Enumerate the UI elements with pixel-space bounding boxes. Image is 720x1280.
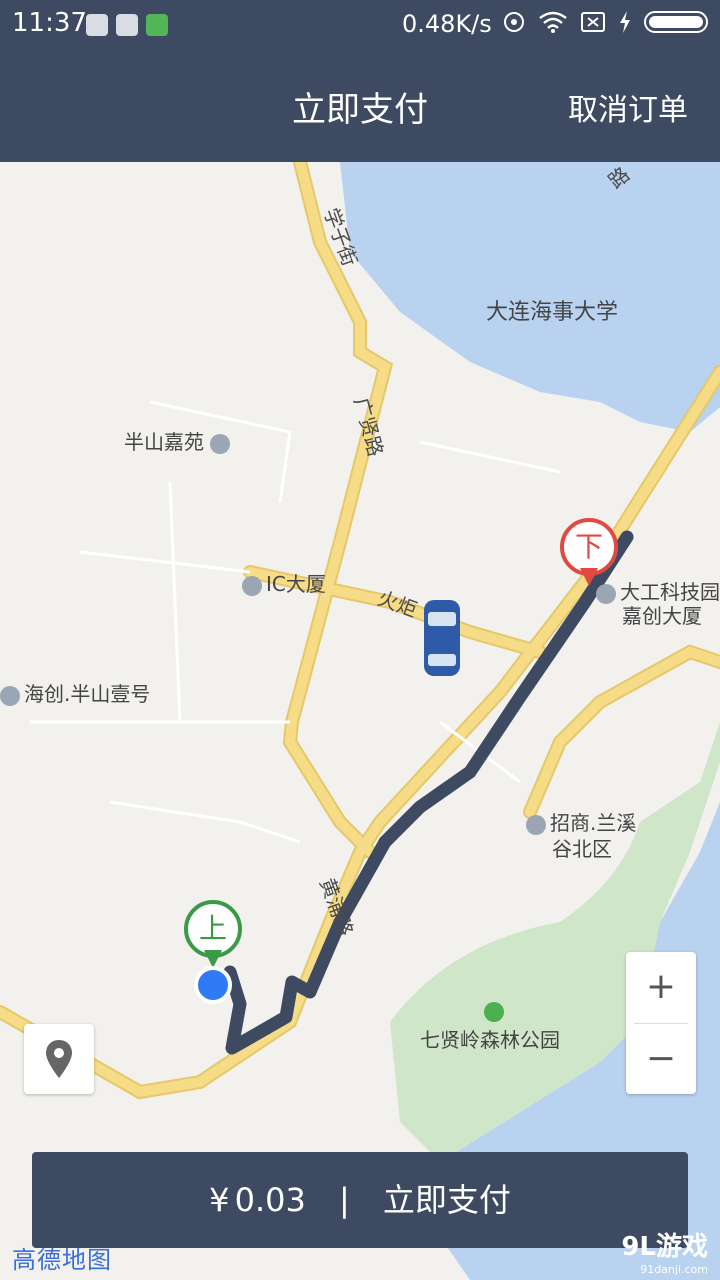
map-view[interactable]: 大连海事大学 半山嘉苑 IC大厦 海创.半山壹号 大工科技园 嘉创大厦 招商.兰溪… <box>0 162 720 1280</box>
car-icon <box>424 600 460 676</box>
notification-icons <box>86 14 168 36</box>
zoom-in-button[interactable]: + <box>626 952 696 1022</box>
place-label: IC大厦 <box>242 568 326 597</box>
currency-symbol: ¥ <box>209 1181 230 1219</box>
zoom-controls: + − <box>626 952 696 1094</box>
place-label: 招商.兰溪 谷北区 <box>526 810 636 862</box>
notification-icon <box>86 14 108 36</box>
place-label: 七贤岭森林公园 <box>420 1002 560 1053</box>
pickup-marker[interactable]: 上 <box>184 900 242 974</box>
place-label: 大连海事大学 <box>486 300 619 325</box>
streets <box>30 400 561 844</box>
building-icon <box>242 575 262 596</box>
map-canvas <box>0 162 720 1280</box>
house-icon <box>0 685 20 706</box>
pay-label: 立即支付 <box>382 1181 511 1219</box>
hotspot-icon <box>504 12 524 32</box>
location-pin-icon <box>46 1040 72 1078</box>
network-speed: 0.48K/s <box>402 10 492 38</box>
clock: 11:37 <box>12 8 87 38</box>
place-label: 海创.半山壹号 <box>0 678 150 707</box>
zoom-out-button[interactable]: − <box>626 1024 696 1094</box>
locate-button[interactable] <box>24 1024 94 1094</box>
house-icon <box>526 814 546 835</box>
current-location-dot <box>194 966 232 1004</box>
wifi-icon <box>539 11 567 33</box>
notification-icon <box>116 14 138 36</box>
house-icon <box>210 433 231 454</box>
pay-separator: | <box>338 1181 350 1219</box>
dropoff-marker[interactable]: 下 <box>560 518 618 592</box>
cancel-order-button[interactable]: 取消订单 <box>568 85 688 129</box>
pay-button[interactable]: ¥ 0.03 | 立即支付 <box>32 1152 688 1248</box>
no-sim-icon <box>581 12 605 32</box>
system-icons <box>502 10 708 34</box>
android-icon <box>146 14 168 36</box>
pay-amount: 0.03 <box>234 1181 306 1219</box>
tree-icon <box>484 1002 504 1022</box>
watermark: 9L游戏 91danji.com <box>621 1232 708 1276</box>
charging-icon <box>620 11 630 33</box>
map-attribution: 高德地图 <box>12 1246 112 1274</box>
app-header: 立即支付 取消订单 <box>0 52 720 162</box>
battery-icon <box>644 11 708 33</box>
place-label: 半山嘉苑 <box>124 426 234 455</box>
status-bar: 11:37 0.48K/s <box>0 0 720 52</box>
